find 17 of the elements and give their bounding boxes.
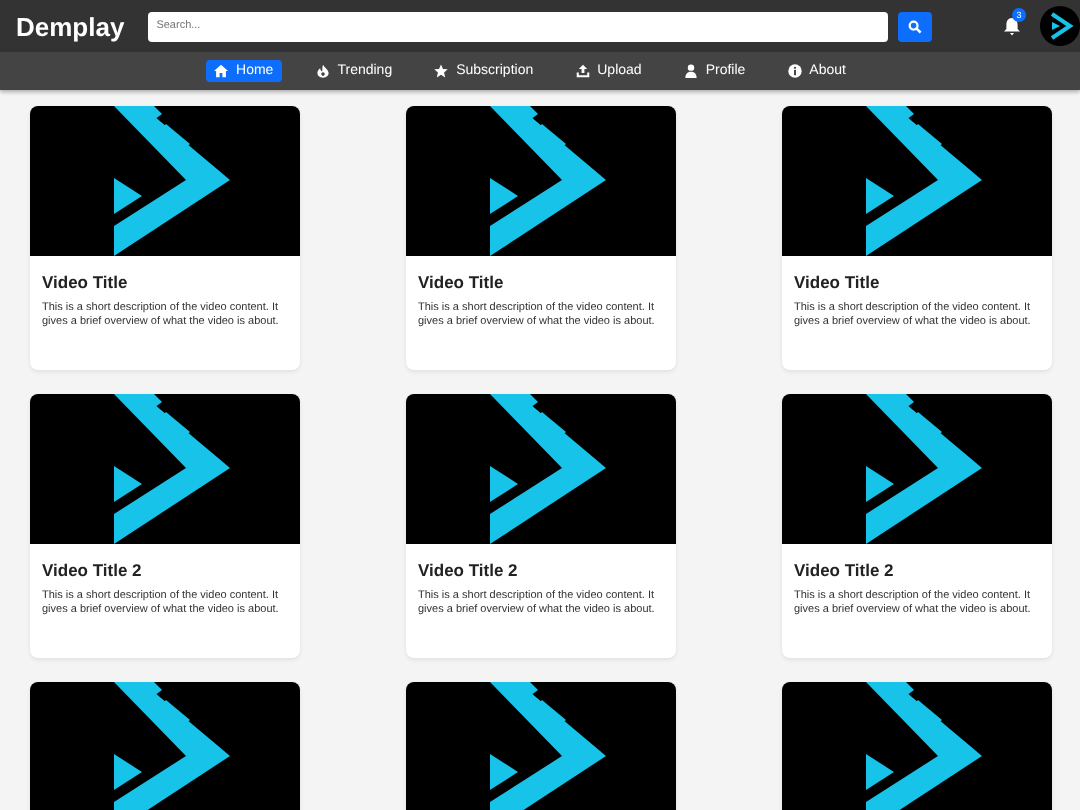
upload-icon bbox=[575, 64, 590, 78]
video-title: Video Title bbox=[418, 272, 506, 292]
info-icon bbox=[787, 64, 802, 78]
bell-icon bbox=[1002, 16, 1022, 36]
house-icon bbox=[214, 64, 229, 78]
video-title: Video Title bbox=[794, 272, 882, 292]
search-icon bbox=[908, 19, 923, 33]
search-button[interactable] bbox=[898, 11, 932, 41]
star-icon bbox=[434, 64, 449, 78]
video-title: Video Title 2 bbox=[42, 560, 144, 580]
avatar-logo-icon[interactable] bbox=[1040, 6, 1080, 46]
brand-name[interactable]: Demplay bbox=[16, 11, 125, 41]
flame-icon bbox=[315, 64, 330, 78]
person-icon bbox=[683, 64, 698, 78]
video-title: Video Title 2 bbox=[794, 560, 896, 580]
video-title: Video Title bbox=[42, 272, 130, 292]
video-title: Video Title 2 bbox=[418, 560, 520, 580]
